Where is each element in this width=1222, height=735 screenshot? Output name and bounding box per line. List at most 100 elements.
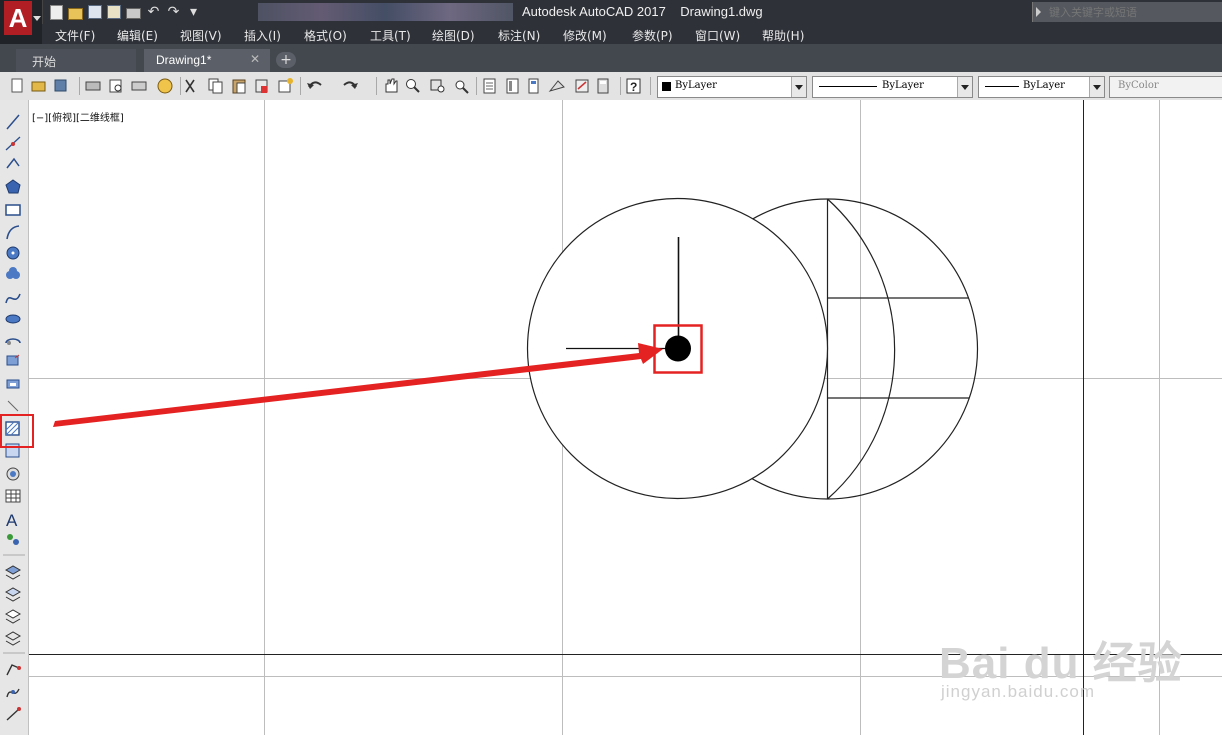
toolbar-separator [376,77,377,95]
spline-icon[interactable] [5,293,21,304]
ellipse-arc-icon[interactable] [5,338,21,345]
tab-drawing1-label: Drawing1* [156,53,212,67]
help-search-input[interactable] [1047,4,1222,21]
cut-icon[interactable] [185,79,195,93]
color-control-dropdown[interactable]: ByLayer [657,76,807,98]
open-file-icon[interactable] [68,7,83,20]
properties-icon[interactable] [483,78,496,94]
new-tab-button[interactable]: + [276,52,296,68]
menu-modify[interactable]: 修改(M) [563,27,607,44]
multiline-text-icon[interactable]: A [6,511,18,530]
menu-tools[interactable]: 工具(T) [370,27,411,44]
svg-text:?: ? [630,80,637,94]
lineweight-sample [985,86,1019,87]
close-icon[interactable]: ✕ [250,52,260,66]
menu-dimension[interactable]: 标注(N) [498,27,540,44]
circle-icon[interactable] [6,246,20,260]
revision-cloud-icon[interactable] [6,267,20,279]
blurred-title-region [258,3,513,21]
menu-draw[interactable]: 绘图(D) [432,27,475,44]
quickcalc-icon[interactable] [597,78,609,94]
menu-edit[interactable]: 编辑(E) [117,27,158,44]
menu-help[interactable]: 帮助(H) [762,27,804,44]
tab-start[interactable]: 开始 [16,49,136,72]
customize-qat-icon[interactable]: ▾ [186,4,201,20]
table-icon[interactable] [5,489,21,503]
menu-bar: 文件(F) 编辑(E) 视图(V) 插入(I) 格式(O) 工具(T) 绘图(D… [42,24,1222,44]
new-icon[interactable] [11,78,23,93]
edit-polyline-icon[interactable] [6,664,21,676]
linetype-control-dropdown[interactable]: ByLayer [812,76,973,98]
save-icon[interactable] [88,5,102,19]
help-search[interactable] [1032,2,1222,22]
chevron-down-icon[interactable] [791,77,806,97]
tab-drawing1[interactable]: Drawing1* ✕ [144,49,270,72]
menu-file[interactable]: 文件(F) [55,27,95,44]
redo-icon[interactable]: ↷ [166,4,181,20]
publish-icon[interactable] [131,81,147,91]
plotstyle-control-dropdown[interactable]: ByColor [1109,76,1222,98]
match-properties-icon[interactable] [255,79,268,93]
edit-hatch-icon[interactable] [6,707,21,721]
zoom-realtime-icon[interactable] [406,79,420,93]
lineweight-control-dropdown[interactable]: ByLayer [978,76,1105,98]
drawing-canvas[interactable]: [−][俯视][二维线框] Bai du 经验 jingyan.baidu.co… [29,100,1222,735]
save-as-icon[interactable] [107,5,121,19]
expand-arrow-icon[interactable] [1036,7,1041,17]
plot-icon[interactable] [126,8,141,19]
point-icon[interactable] [7,400,19,412]
polygon-icon[interactable] [5,179,21,194]
sheet-set-icon[interactable] [548,80,565,92]
menu-insert[interactable]: 插入(I) [244,27,281,44]
lineweight-value: ByLayer [1023,80,1065,91]
ellipse-icon[interactable] [5,314,21,324]
make-block-icon[interactable] [6,379,20,389]
layer-state-icon[interactable] [4,587,22,602]
layer-isolate-icon[interactable] [4,609,22,624]
toolbar-separator [620,77,621,95]
add-selected-icon[interactable] [7,534,19,545]
construction-line-icon[interactable] [5,136,21,151]
design-center-icon[interactable] [506,78,519,94]
plotstyle-value: ByColor [1118,80,1159,91]
markup-icon[interactable] [575,79,589,93]
arc-icon[interactable] [6,225,20,240]
rectangle-icon[interactable] [5,204,21,216]
pan-icon[interactable] [385,78,398,93]
toolbar-separator [650,77,651,95]
undo-icon[interactable]: ↶ [146,4,161,20]
layer-properties-icon[interactable] [4,565,22,580]
chevron-down-icon[interactable] [957,77,972,97]
tool-palettes-icon[interactable] [528,78,539,94]
svg-text:A: A [6,511,18,530]
paste-icon[interactable] [232,79,246,94]
standard-toolbar: ? ByLayer ByLayer ByLayer ByColor [0,72,1222,101]
new-file-icon[interactable] [50,4,63,20]
save-icon[interactable] [54,79,67,92]
region-icon[interactable] [6,467,20,481]
zoom-window-icon[interactable] [430,79,445,93]
plot-icon[interactable] [85,81,101,91]
menu-parametric[interactable]: 参数(P) [632,27,673,44]
menu-window[interactable]: 窗口(W) [695,27,740,44]
menu-format[interactable]: 格式(O) [304,27,347,44]
zoom-previous-icon[interactable] [455,80,469,94]
polyline-icon[interactable] [6,157,20,169]
undo-icon[interactable] [307,81,322,89]
application-menu-button[interactable]: A [0,0,43,44]
help-icon[interactable]: ? [626,78,641,94]
edit-spline-icon[interactable] [6,688,20,698]
chevron-down-icon[interactable] [1089,77,1104,97]
plot-preview-icon[interactable] [109,79,122,93]
redo-icon[interactable] [343,81,358,89]
open-icon[interactable] [31,81,46,92]
insert-block-icon[interactable] [6,354,20,366]
layer-freeze-icon[interactable] [4,631,22,646]
copy-icon[interactable] [208,78,223,94]
block-editor-icon[interactable] [278,78,293,93]
dropdown-arrow-icon [33,16,41,21]
3d-print-icon[interactable] [157,78,173,94]
quick-access-toolbar: ↶ ↷ ▾ [50,3,201,21]
menu-view[interactable]: 视图(V) [180,27,222,44]
line-icon[interactable] [6,114,20,130]
